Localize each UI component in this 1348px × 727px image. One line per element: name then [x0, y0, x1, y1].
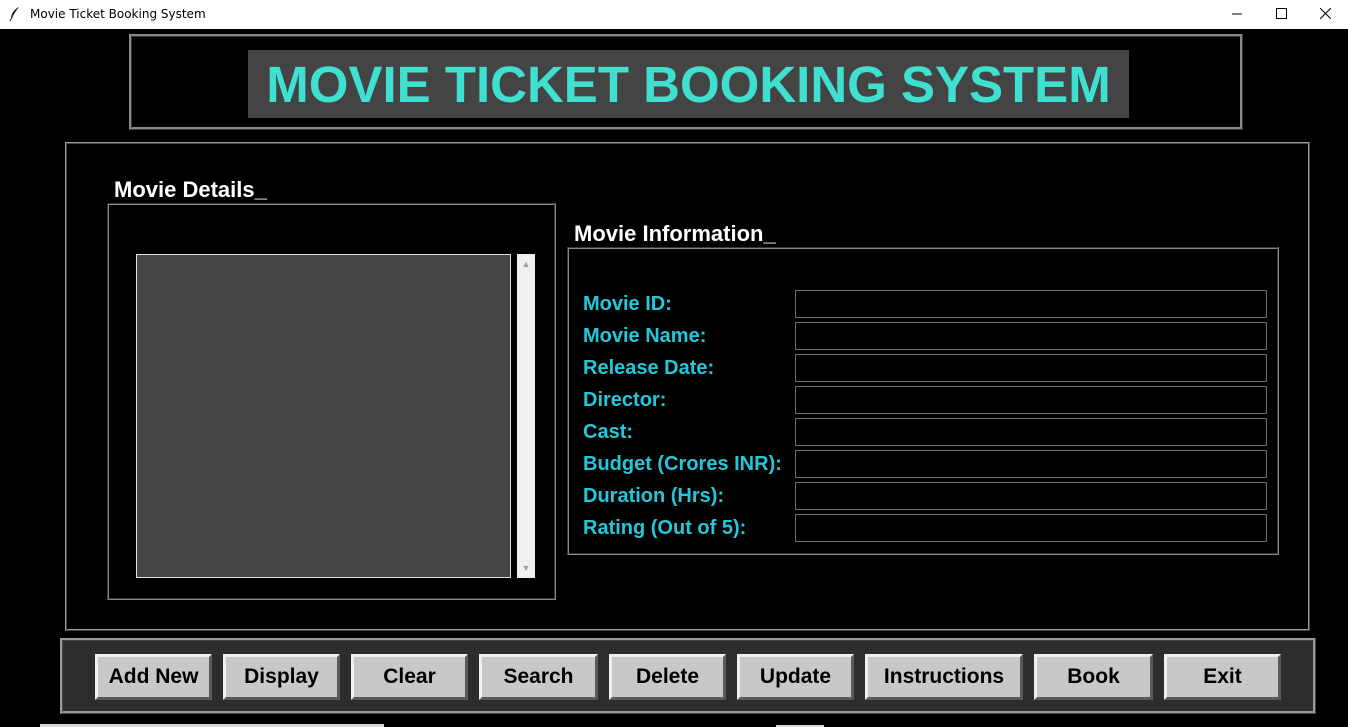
cast-label: Cast: [583, 421, 634, 443]
movie-id-field[interactable] [795, 290, 1267, 318]
budget-label: Budget (Crores INR): [583, 453, 782, 475]
movie-details-label: Movie Details_ [114, 177, 269, 203]
movie-information-label: Movie Information_ [574, 221, 778, 247]
director-label: Director: [583, 389, 667, 411]
movie-listbox[interactable] [136, 254, 511, 578]
minimize-icon [1232, 8, 1242, 22]
update-button[interactable]: Update [737, 654, 854, 700]
director-field[interactable] [795, 386, 1267, 414]
feather-icon [8, 6, 22, 22]
close-icon [1319, 7, 1331, 22]
minimize-button[interactable] [1214, 0, 1260, 29]
app-title: MOVIE TICKET BOOKING SYSTEM [248, 50, 1129, 118]
window-titlebar: Movie Ticket Booking System [0, 0, 1348, 29]
release-date-field[interactable] [795, 354, 1267, 382]
release-date-label: Release Date: [583, 357, 715, 379]
window-title: Movie Ticket Booking System [30, 7, 206, 21]
duration-label: Duration (Hrs): [583, 485, 725, 507]
clear-button[interactable]: Clear [351, 654, 468, 700]
movie-id-label: Movie ID: [583, 293, 672, 315]
budget-field[interactable] [795, 450, 1267, 478]
scroll-up-icon[interactable]: ▲ [517, 256, 535, 272]
close-button[interactable] [1302, 0, 1348, 29]
rating-label: Rating (Out of 5): [583, 517, 747, 539]
maximize-icon [1275, 7, 1287, 22]
book-button[interactable]: Book [1034, 654, 1153, 700]
add-new-button[interactable]: Add New [95, 654, 212, 700]
movie-name-field[interactable] [795, 322, 1267, 350]
instructions-button[interactable]: Instructions [865, 654, 1023, 700]
delete-button[interactable]: Delete [609, 654, 726, 700]
rating-field[interactable] [795, 514, 1267, 542]
cast-field[interactable] [795, 418, 1267, 446]
maximize-button[interactable] [1258, 0, 1304, 29]
search-button[interactable]: Search [479, 654, 598, 700]
scroll-down-icon[interactable]: ▼ [517, 560, 535, 576]
display-button[interactable]: Display [223, 654, 340, 700]
listbox-scrollbar[interactable]: ▲ ▼ [517, 254, 535, 578]
exit-button[interactable]: Exit [1164, 654, 1281, 700]
duration-field[interactable] [795, 482, 1267, 510]
movie-name-label: Movie Name: [583, 325, 707, 347]
